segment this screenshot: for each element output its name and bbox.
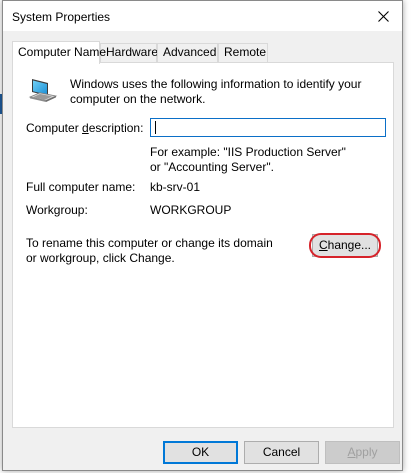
workgroup-value: WORKGROUP xyxy=(150,203,232,217)
rename-instructions: To rename this computer or change its do… xyxy=(26,236,273,265)
computer-description-input[interactable] xyxy=(150,118,397,137)
close-icon xyxy=(377,10,389,22)
tab-advanced[interactable]: Advanced xyxy=(157,43,218,62)
tab-remote[interactable]: Remote xyxy=(218,43,268,62)
cancel-button[interactable]: Cancel xyxy=(244,441,319,464)
ok-button[interactable]: OK xyxy=(163,441,238,464)
computer-description-field[interactable] xyxy=(151,119,397,136)
full-computer-name-value: kb-srv-01 xyxy=(150,180,201,194)
system-properties-dialog: System Properties Computer Name Hardware… xyxy=(2,0,403,471)
change-button[interactable]: Change... xyxy=(312,234,378,257)
description-example-text: For example: "IIS Production Server" or … xyxy=(150,145,346,174)
computer-icon xyxy=(28,79,58,102)
workgroup-label: Workgroup: xyxy=(26,203,88,217)
full-computer-name-label: Full computer name: xyxy=(26,180,136,194)
apply-button[interactable]: Apply xyxy=(325,441,400,464)
computer-name-panel: Windows uses the following information t… xyxy=(12,62,397,428)
title-bar: System Properties xyxy=(3,1,402,31)
window-title: System Properties xyxy=(12,10,111,24)
tab-computer-name[interactable]: Computer Name xyxy=(12,41,106,64)
intro-text: Windows uses the following information t… xyxy=(70,77,362,106)
background-window-right xyxy=(403,0,411,473)
tab-hardware[interactable]: Hardware xyxy=(100,43,158,62)
description-label: Computer description: xyxy=(26,121,144,135)
close-button[interactable] xyxy=(364,1,402,31)
